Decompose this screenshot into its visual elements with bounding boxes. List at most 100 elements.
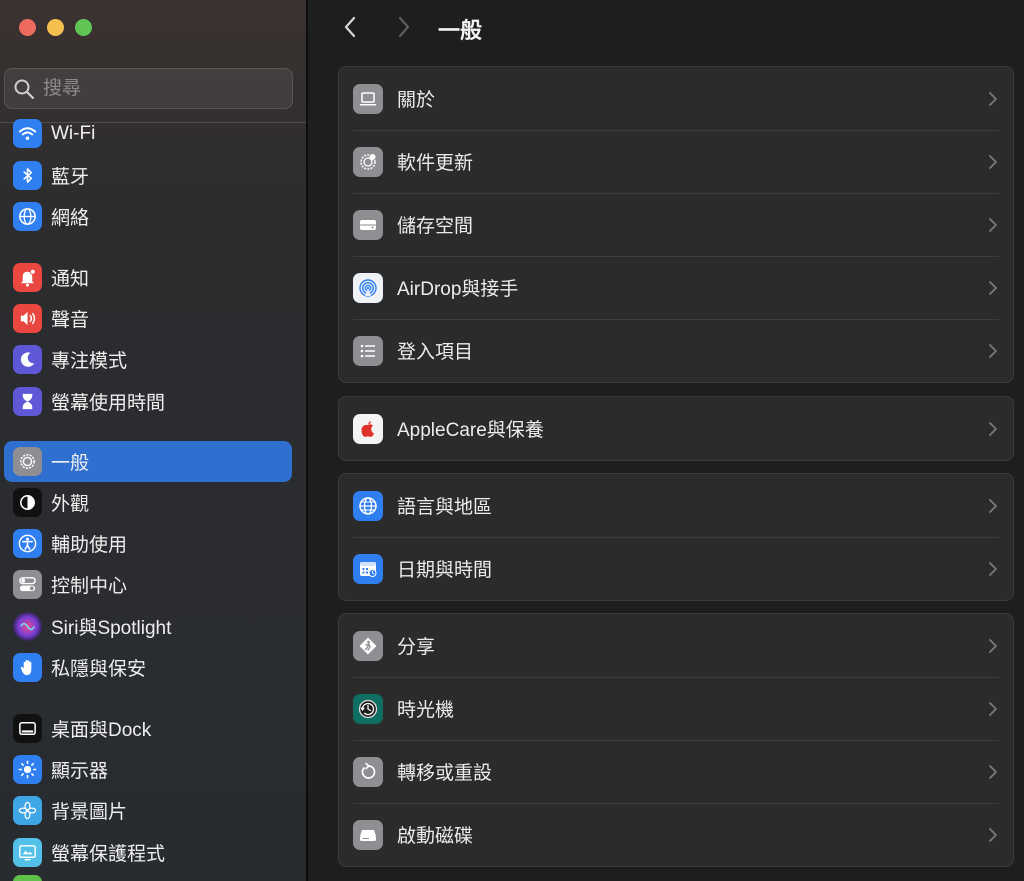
settings-group-device: 關於 軟件更新 儲存空間 AirDrop與接手 登入項目	[338, 66, 1014, 383]
row-label: 轉移或重設	[397, 763, 493, 784]
chevron-right-icon	[989, 343, 997, 358]
sidebar-item-control-centre[interactable]: 控制中心	[4, 564, 292, 605]
row-label: 日期與時間	[397, 560, 493, 581]
sidebar-item-notifications[interactable]: 通知	[4, 257, 292, 298]
software-update-icon	[353, 146, 383, 177]
zoom-window-button[interactable]	[75, 19, 92, 36]
sidebar-item-label: 通知	[51, 269, 90, 290]
appearance-icon	[13, 488, 42, 517]
sidebar-item-wifi[interactable]: Wi-Fi	[4, 113, 292, 154]
search-field[interactable]	[4, 68, 293, 109]
sidebar-item-sound[interactable]: 聲音	[4, 298, 292, 339]
row-transfer-reset[interactable]: 轉移或重設	[339, 740, 1013, 803]
sidebar-item-appearance[interactable]: 外觀	[4, 482, 292, 523]
sidebar-item-label: 背景圖片	[51, 802, 128, 823]
sidebar-item-bluetooth[interactable]: 藍牙	[4, 155, 292, 196]
calendar-clock-icon	[353, 553, 383, 584]
sidebar-item-label: 桌面與Dock	[51, 720, 152, 741]
sidebar-item-focus[interactable]: 專注模式	[4, 339, 292, 380]
sidebar-item-label: Wi-Fi	[51, 122, 96, 144]
sidebar-item-label: 藍牙	[51, 167, 90, 188]
chevron-right-icon	[989, 421, 997, 436]
row-applecare-warranty[interactable]: AppleCare與保養	[339, 397, 1013, 460]
reset-arrow-icon	[353, 756, 383, 787]
sidebar-item-label: 顯示器	[51, 761, 109, 782]
search-input[interactable]	[43, 77, 283, 100]
dock-icon	[13, 714, 42, 743]
sidebar-item-network[interactable]: 網絡	[4, 196, 292, 237]
sidebar-item-privacy-security[interactable]: 私隱與保安	[4, 647, 292, 688]
row-label: 軟件更新	[397, 153, 474, 174]
screen-saver-icon	[13, 838, 42, 867]
toggles-icon	[13, 570, 42, 599]
row-label: 儲存空間	[397, 216, 474, 237]
hand-icon	[13, 653, 42, 682]
hourglass-icon	[13, 387, 42, 416]
close-window-button[interactable]	[19, 19, 36, 36]
row-label: AirDrop與接手	[397, 279, 519, 300]
flower-icon	[13, 796, 42, 825]
sidebar-item-label: 一般	[51, 453, 90, 474]
sidebar-item-desktop-dock[interactable]: 桌面與Dock	[4, 708, 292, 749]
row-label: 時光機	[397, 700, 455, 721]
sidebar-item-accessibility[interactable]: 輔助使用	[4, 523, 292, 564]
chevron-right-icon	[989, 154, 997, 169]
row-startup-disk[interactable]: 啟動磁碟	[339, 803, 1013, 866]
storage-drive-icon	[353, 209, 383, 240]
wifi-icon	[13, 119, 42, 148]
siri-icon	[13, 612, 42, 641]
chevron-right-icon	[989, 638, 997, 653]
sidebar-item-label: 控制中心	[51, 576, 128, 597]
search-icon	[14, 79, 35, 99]
chevron-right-icon	[989, 280, 997, 295]
main-pane: 一般 關於 軟件更新 儲存空間 AirDrop與接手 登入項目 AppleCar…	[308, 0, 1024, 881]
row-label: 語言與地區	[397, 497, 493, 518]
laptop-icon	[353, 83, 383, 114]
sidebar-item-label: Siri與Spotlight	[51, 618, 172, 639]
row-label: 啟動磁碟	[397, 826, 474, 847]
sidebar: Wi-Fi 藍牙 網絡 通知 聲音 專注模式 螢幕使用時間	[0, 0, 306, 881]
row-date-time[interactable]: 日期與時間	[339, 537, 1013, 600]
settings-group-language-date: 語言與地區 日期與時間	[338, 473, 1014, 601]
globe-icon	[353, 490, 383, 521]
sidebar-item-screen-saver[interactable]: 螢幕保護程式	[4, 832, 292, 873]
sidebar-item-label: 私隱與保安	[51, 659, 147, 680]
row-storage[interactable]: 儲存空間	[339, 193, 1013, 256]
time-machine-icon	[353, 693, 383, 724]
sidebar-item-siri-spotlight[interactable]: Siri與Spotlight	[4, 606, 292, 647]
sidebar-item-wallpaper[interactable]: 背景圖片	[4, 790, 292, 831]
speaker-icon	[13, 304, 42, 333]
row-software-update[interactable]: 軟件更新	[339, 130, 1013, 193]
row-label: 關於	[397, 90, 436, 111]
sidebar-item-label: 螢幕保護程式	[51, 844, 166, 865]
row-label: 登入項目	[397, 342, 474, 363]
chevron-right-icon	[989, 91, 997, 106]
sidebar-next-item-icon	[13, 875, 42, 881]
chevron-right-icon	[989, 764, 997, 779]
row-label: 分享	[397, 637, 436, 658]
row-login-items[interactable]: 登入項目	[339, 319, 1013, 382]
back-button[interactable]	[338, 14, 364, 40]
sidebar-item-displays[interactable]: 顯示器	[4, 749, 292, 790]
list-icon	[353, 335, 383, 366]
gear-icon	[13, 447, 42, 476]
row-sharing[interactable]: 分享	[339, 614, 1013, 677]
sidebar-item-label: 輔助使用	[51, 535, 128, 556]
forward-button[interactable]	[390, 14, 416, 40]
sidebar-item-general[interactable]: 一般	[4, 441, 292, 482]
minimize-window-button[interactable]	[47, 19, 64, 36]
moon-icon	[13, 345, 42, 374]
brightness-icon	[13, 755, 42, 784]
sidebar-item-screen-time[interactable]: 螢幕使用時間	[4, 381, 292, 422]
sharing-icon	[353, 630, 383, 661]
chevron-right-icon	[989, 217, 997, 232]
window-controls	[19, 19, 92, 36]
row-language-region[interactable]: 語言與地區	[339, 474, 1013, 537]
row-time-machine[interactable]: 時光機	[339, 677, 1013, 740]
row-about[interactable]: 關於	[339, 67, 1013, 130]
bluetooth-icon	[13, 161, 42, 190]
sidebar-item-label: 專注模式	[51, 351, 128, 372]
chevron-right-icon	[989, 561, 997, 576]
settings-group-applecare: AppleCare與保養	[338, 396, 1014, 461]
row-airdrop-handoff[interactable]: AirDrop與接手	[339, 256, 1013, 319]
